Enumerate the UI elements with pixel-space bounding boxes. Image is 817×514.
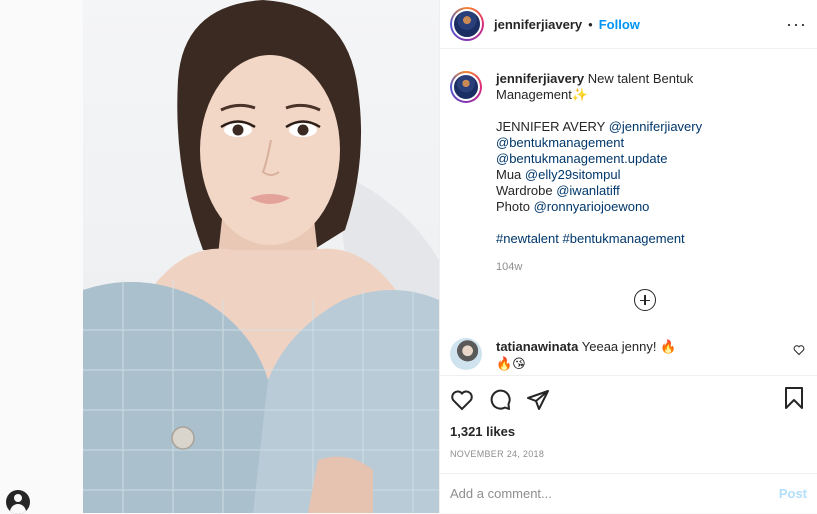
post-header: jenniferjiavery • Follow ···: [440, 0, 817, 49]
commenter-avatar[interactable]: [450, 338, 482, 370]
author-avatar[interactable]: [450, 7, 484, 41]
caption-text: jenniferjiavery New talent Bentuk Manage…: [496, 71, 716, 275]
caption-name-prefix: JENNIFER AVERY: [496, 119, 609, 134]
mention-jenniferjiavery[interactable]: @jenniferjiavery: [609, 119, 702, 134]
portrait-image: [83, 0, 439, 513]
add-comment-bar: Post: [440, 473, 817, 513]
like-heart-icon[interactable]: [450, 388, 474, 412]
caption-time[interactable]: 104w: [496, 259, 716, 275]
separator-dot: •: [588, 16, 593, 32]
add-comment-input[interactable]: [450, 486, 779, 501]
caption-username[interactable]: jenniferjiavery: [496, 71, 584, 86]
action-icons: [450, 382, 805, 418]
photo-label: Photo: [496, 199, 534, 214]
comments-section: jenniferjiavery New talent Bentuk Manage…: [440, 49, 817, 375]
post-photo[interactable]: [83, 0, 439, 513]
more-options-icon[interactable]: ···: [786, 14, 807, 35]
mention-bentukmanagement[interactable]: @bentukmanagement: [496, 135, 624, 150]
comment-bubble-icon[interactable]: [488, 388, 512, 412]
wardrobe-label: Wardrobe: [496, 183, 557, 198]
post-date: NOVEMBER 24, 2018: [450, 449, 545, 459]
mention-bentukmanagement-update[interactable]: @bentukmanagement.update: [496, 151, 667, 166]
comment-body: Yeeaa jenny! 🔥: [581, 339, 677, 354]
mua-label: Mua: [496, 167, 525, 182]
comment-emojis: 🔥😘: [496, 356, 526, 371]
follow-button[interactable]: Follow: [599, 17, 640, 32]
share-paper-plane-icon[interactable]: [526, 388, 550, 412]
caption-avatar[interactable]: [450, 71, 482, 103]
save-bookmark-icon[interactable]: [783, 386, 805, 410]
author-username[interactable]: jenniferjiavery: [494, 17, 582, 32]
sparkle-emoji: ✨: [571, 87, 589, 102]
caption: jenniferjiavery New talent Bentuk Manage…: [450, 71, 805, 275]
load-more-plus-icon[interactable]: [633, 289, 656, 311]
profile-icon[interactable]: [6, 490, 30, 514]
commenter-username[interactable]: tatianawinata: [496, 339, 578, 354]
post-actions: 1,321 likes NOVEMBER 24, 2018 Post: [440, 375, 817, 513]
hashtag-newtalent[interactable]: #newtalent: [496, 231, 559, 246]
comment-text: tatianawinata Yeeaa jenny! 🔥 🔥😘: [496, 338, 696, 372]
post-side-panel: jenniferjiavery • Follow ··· jenniferjia…: [439, 0, 817, 513]
likes-count[interactable]: 1,321 likes: [450, 424, 805, 439]
mention-photo[interactable]: @ronnyariojoewono: [534, 199, 650, 214]
load-more-comments: [484, 289, 805, 314]
mention-wardrobe[interactable]: @iwanlatiff: [556, 183, 620, 198]
post-comment-button[interactable]: Post: [779, 486, 807, 501]
comment-item: tatianawinata Yeeaa jenny! 🔥 🔥😘: [450, 338, 805, 372]
like-comment-heart-icon[interactable]: [793, 344, 805, 356]
hashtag-bentukmanagement[interactable]: #bentukmanagement: [563, 231, 685, 246]
post-modal: jenniferjiavery • Follow ··· jenniferjia…: [83, 0, 817, 513]
mention-mua[interactable]: @elly29sitompul: [525, 167, 621, 182]
